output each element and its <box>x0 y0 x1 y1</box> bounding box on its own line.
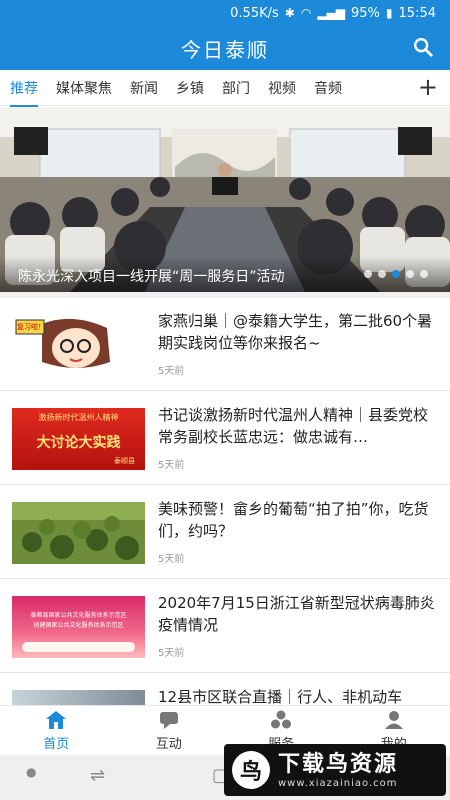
watermark-url: www.xiazainiao.com <box>278 777 398 789</box>
nav-label: 首页 <box>43 737 70 752</box>
news-time: 5天前 <box>158 366 185 377</box>
news-time: 5天前 <box>158 648 185 659</box>
news-thumbnail <box>12 690 145 705</box>
news-headline: 美味预警！畲乡的葡萄“拍了拍”你，吃货们，约吗？ <box>158 500 429 540</box>
status-bar: 0.55K/s ✱ ◠ ▂▄▆ 95% ▮ 15:54 <box>0 0 450 26</box>
home-icon <box>46 711 67 729</box>
chat-icon <box>159 712 178 729</box>
news-thumbnail: 激扬新时代温州人精神 大讨论大实践 泰顺县 <box>12 408 145 470</box>
news-item[interactable]: 12县市区联合直播｜行人、非机动车 <box>0 674 450 705</box>
tab-recommend[interactable]: 推荐 <box>10 78 38 107</box>
battery-icon: ▮ <box>385 6 393 20</box>
news-headline: 2020年7月15日浙江省新型冠状病毒肺炎疫情情况 <box>158 594 435 634</box>
news-thumbnail <box>12 502 145 564</box>
network-speed: 0.55K/s <box>230 5 279 21</box>
carousel-dot <box>420 270 428 278</box>
thumbnail-tag: 复习啦！ <box>17 323 45 331</box>
news-headline: 12县市区联合直播｜行人、非机动车 <box>158 688 403 705</box>
tab-departments[interactable]: 部门 <box>222 78 250 98</box>
person-icon <box>384 711 403 729</box>
news-item[interactable]: 泰顺县国家公共文化服务体系示范区 创建国家公共文化服务体系示范区 2020年7月… <box>0 580 450 673</box>
app-title: 今日泰顺 <box>181 37 269 62</box>
battery-level: 95% <box>351 5 380 21</box>
news-time: 5天前 <box>158 554 185 565</box>
watermark-brand: 下载鸟资源 <box>278 751 399 777</box>
news-headline: 书记谈激扬新时代温州人精神｜县委党校常务副校长蓝忠远：做忠诚有… <box>158 406 429 446</box>
tab-news[interactable]: 新闻 <box>130 78 158 98</box>
category-tabs: 推荐 媒体聚焦 新闻 乡镇 部门 视频 音频 + <box>0 70 450 107</box>
thumbnail-line: 创建国家公共文化服务体系示范区 <box>33 622 124 629</box>
carousel-dot <box>406 270 414 278</box>
carousel-dot <box>364 270 372 278</box>
watermark: 鸟 下载鸟资源 www.xiazainiao.com <box>224 744 446 796</box>
news-headline: 家燕归巢｜@泰籍大学生，第二批60个暑期实践岗位等你来报名~ <box>158 312 433 352</box>
tab-media[interactable]: 媒体聚焦 <box>56 78 112 98</box>
nav-label: 互动 <box>155 737 182 752</box>
search-icon[interactable] <box>412 36 434 58</box>
thumbnail-footer: 泰顺县 <box>114 457 135 465</box>
tab-audio[interactable]: 音频 <box>314 78 342 98</box>
carousel-dot-active <box>392 270 400 278</box>
news-thumbnail: 复习啦！ <box>12 314 145 376</box>
thumbnail-title: 大讨论大实践 <box>36 435 121 451</box>
wifi-icon: ◠ <box>300 6 312 20</box>
news-item[interactable]: 美味预警！畲乡的葡萄“拍了拍”你，吃货们，约吗？ 5天前 <box>0 486 450 579</box>
tab-towns[interactable]: 乡镇 <box>176 78 204 98</box>
watermark-logo-icon: 鸟 <box>232 751 270 789</box>
signal-icon: ▂▄▆ <box>317 6 346 20</box>
carousel-indicator <box>364 270 428 278</box>
thumbnail-line: 激扬新时代温州人精神 <box>38 413 119 422</box>
recent-apps-icon[interactable]: ● <box>26 765 36 779</box>
tabs-fade <box>382 70 412 105</box>
nav-interact[interactable]: 互动 <box>113 706 226 755</box>
news-thumbnail: 泰顺县国家公共文化服务体系示范区 创建国家公共文化服务体系示范区 <box>12 596 145 658</box>
cluster-icon <box>271 710 292 729</box>
tab-video[interactable]: 视频 <box>268 78 296 98</box>
news-item[interactable]: 复习啦！ 家燕归巢｜@泰籍大学生，第二批60个暑期实践岗位等你来报名~ 5天前 <box>0 298 450 391</box>
news-item[interactable]: 激扬新时代温州人精神 大讨论大实践 泰顺县 书记谈激扬新时代温州人精神｜县委党校… <box>0 392 450 485</box>
clock: 15:54 <box>398 5 436 21</box>
switch-icon[interactable]: ⇌ <box>90 765 105 786</box>
add-channel-icon[interactable]: + <box>418 74 438 100</box>
news-time: 5天前 <box>158 460 185 471</box>
thumbnail-line: 泰顺县国家公共文化服务体系示范区 <box>30 612 127 619</box>
thumbnail-decor <box>22 642 135 652</box>
app-bar: 今日泰顺 <box>0 26 450 70</box>
carousel-dot <box>378 270 386 278</box>
nav-home[interactable]: 首页 <box>0 706 113 755</box>
bluetooth-icon: ✱ <box>284 6 295 20</box>
banner-carousel[interactable]: 陈永光深入项目一线开展“周一服务日”活动 <box>0 107 450 292</box>
